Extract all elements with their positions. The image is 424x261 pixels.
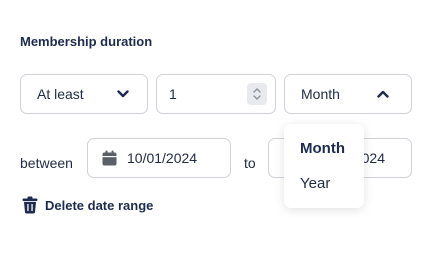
to-label: to bbox=[244, 155, 256, 171]
chevron-up-icon bbox=[377, 90, 389, 98]
end-date-value: 024 bbox=[361, 150, 385, 166]
chevron-down-icon bbox=[117, 90, 129, 98]
between-label: between bbox=[20, 155, 73, 171]
qualifier-select[interactable]: At least bbox=[20, 74, 148, 114]
quantity-value: 1 bbox=[169, 86, 177, 102]
start-date-value: 10/01/2024 bbox=[127, 150, 198, 166]
trash-icon bbox=[22, 196, 38, 214]
unit-select[interactable]: Month bbox=[284, 74, 412, 114]
unit-option-year[interactable]: Year bbox=[300, 173, 364, 195]
qualifier-select-value: At least bbox=[37, 86, 84, 102]
unit-dropdown-menu: Month Year bbox=[284, 124, 364, 208]
quantity-stepper[interactable] bbox=[247, 83, 267, 105]
delete-date-range-button[interactable]: Delete date range bbox=[22, 196, 153, 214]
quantity-input[interactable]: 1 bbox=[156, 74, 276, 114]
section-title: Membership duration bbox=[20, 34, 153, 49]
unit-select-value: Month bbox=[301, 86, 340, 102]
calendar-icon bbox=[102, 150, 117, 166]
start-date-input[interactable]: 10/01/2024 bbox=[87, 138, 231, 178]
unit-option-month[interactable]: Month bbox=[300, 138, 364, 160]
delete-date-range-label: Delete date range bbox=[45, 197, 154, 213]
